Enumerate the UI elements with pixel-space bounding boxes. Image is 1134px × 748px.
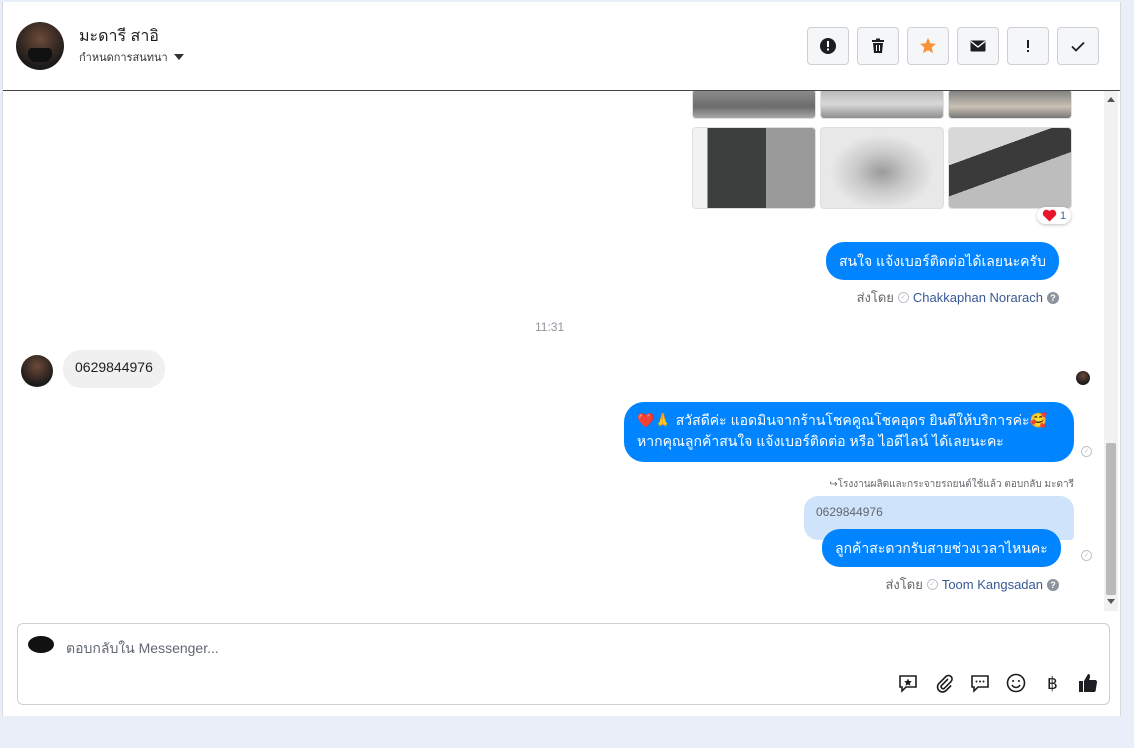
- sent-by-info: ส่งโดย ✓ Toom Kangsadan ?: [885, 574, 1059, 595]
- message-line: หากคุณลูกค้าสนใจ แจ้งเบอร์ติดต่อ หรือ ไอ…: [637, 433, 1004, 449]
- car-photo[interactable]: [692, 91, 816, 119]
- mark-unread-button[interactable]: [957, 27, 999, 65]
- car-photo[interactable]: [820, 91, 944, 119]
- message-composer[interactable]: ตอบกลับใน Messenger... ฿: [17, 623, 1110, 705]
- conversation-panel: มะดารี สาอิ กำหนดการสนทนา 1 สนใจ แจ้งเบอ…: [2, 2, 1121, 716]
- page-logo-icon: [28, 636, 54, 653]
- contact-avatar-small[interactable]: [21, 355, 53, 387]
- message-reaction[interactable]: 1: [1037, 207, 1072, 224]
- thread-scrollbar[interactable]: [1104, 91, 1118, 611]
- sent-by-label: ส่งโดย: [856, 290, 894, 305]
- conversation-menu[interactable]: กำหนดการสนทนา: [79, 48, 184, 66]
- chat-icon[interactable]: [969, 672, 991, 694]
- reply-context: ↪โรงงานผลิตและกระจายรถยนต์ใช้แล้ว ตอบกลั…: [829, 479, 1074, 490]
- star-button[interactable]: [907, 27, 949, 65]
- scroll-down-arrow[interactable]: [1107, 599, 1115, 604]
- quoted-text: 0629844976: [816, 505, 883, 519]
- emoji-icon[interactable]: [1005, 672, 1027, 694]
- incoming-message[interactable]: 0629844976: [63, 350, 165, 388]
- alert-icon: [820, 38, 836, 54]
- sent-by-label: ส่งโดย: [885, 577, 923, 592]
- help-icon[interactable]: ?: [1047, 578, 1059, 591]
- contact-name[interactable]: มะดารี สาอิ: [79, 24, 159, 49]
- mark-done-button[interactable]: [1057, 27, 1099, 65]
- conversation-header: มะดารี สาอิ กำหนดการสนทนา: [3, 2, 1120, 91]
- svg-text:฿: ฿: [1047, 674, 1058, 694]
- mail-icon: [970, 40, 986, 52]
- reply-input[interactable]: ตอบกลับใน Messenger...: [66, 638, 219, 660]
- sender-name[interactable]: Chakkaphan Norarach: [913, 290, 1043, 305]
- outgoing-message[interactable]: สนใจ แจ้งเบอร์ติดต่อได้เลยนะครับ: [826, 242, 1059, 280]
- header-action-buttons: [807, 27, 1099, 65]
- scroll-thumb[interactable]: [1106, 443, 1116, 595]
- car-photo[interactable]: [820, 127, 944, 209]
- seen-avatar: [1076, 371, 1090, 385]
- follow-up-button[interactable]: [1007, 27, 1049, 65]
- car-photo[interactable]: [692, 127, 816, 209]
- conversation-menu-label: กำหนดการสนทนา: [79, 52, 168, 64]
- message-thread[interactable]: 1 สนใจ แจ้งเบอร์ติดต่อได้เลยนะครับ ส่งโด…: [3, 91, 1103, 611]
- heart-icon: [1042, 209, 1057, 222]
- like-icon[interactable]: [1077, 672, 1099, 694]
- sent-by-info: ส่งโดย ✓ Chakkaphan Norarach ?: [857, 287, 1059, 308]
- outgoing-message[interactable]: ลูกค้าสะดวกรับสายช่วงเวลาไหนคะ: [822, 529, 1061, 567]
- composer-toolbar: ฿: [897, 672, 1099, 694]
- baht-payment-icon[interactable]: ฿: [1041, 672, 1063, 694]
- caret-down-icon: [173, 54, 184, 60]
- delivered-icon: ✓: [1081, 446, 1092, 457]
- verified-icon: ✓: [897, 292, 909, 303]
- car-photo[interactable]: [948, 127, 1072, 209]
- verified-icon: ✓: [926, 579, 938, 590]
- saved-reply-icon[interactable]: [897, 672, 919, 694]
- check-icon: [1071, 41, 1085, 52]
- sender-name[interactable]: Toom Kangsadan: [942, 577, 1043, 592]
- exclamation-icon: [1027, 40, 1029, 52]
- mark-spam-button[interactable]: [807, 27, 849, 65]
- reaction-count: 1: [1060, 209, 1067, 222]
- message-line: ❤️🙏 สวัสดีค่ะ แอดมินจากร้านโชคคูณโชคอุดร…: [637, 412, 1047, 428]
- trash-icon: [872, 38, 884, 53]
- star-icon: [920, 38, 936, 54]
- outgoing-message[interactable]: ❤️🙏 สวัสดีค่ะ แอดมินจากร้านโชคคูณโชคอุดร…: [624, 402, 1074, 462]
- delete-button[interactable]: [857, 27, 899, 65]
- attachment-icon[interactable]: [933, 672, 955, 694]
- car-photo[interactable]: [948, 91, 1072, 119]
- help-icon[interactable]: ?: [1047, 291, 1059, 304]
- time-divider: 11:31: [535, 320, 565, 334]
- scroll-up-arrow[interactable]: [1107, 97, 1115, 102]
- contact-avatar[interactable]: [16, 22, 64, 70]
- delivered-icon: ✓: [1081, 550, 1092, 561]
